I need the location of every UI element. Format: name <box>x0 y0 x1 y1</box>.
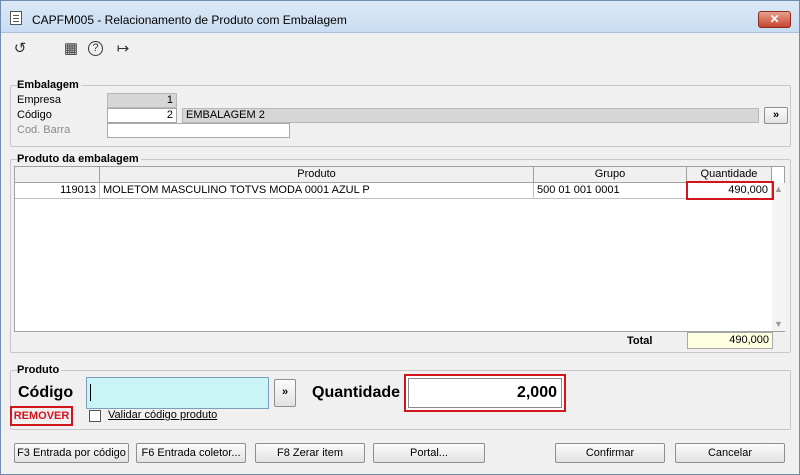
quantidade-input[interactable]: 2,000 <box>408 378 562 408</box>
embalagem-lookup-button[interactable]: » <box>764 107 788 124</box>
total-label: Total <box>627 335 653 347</box>
f3-entrada-codigo-button[interactable]: F3 Entrada por código <box>14 443 129 463</box>
f8-zerar-item-button[interactable]: F8 Zerar item <box>255 443 365 463</box>
app-document-icon <box>10 11 22 25</box>
scroll-down-icon[interactable]: ▼ <box>772 318 785 331</box>
quantidade-highlight-frame: 2,000 <box>404 374 566 412</box>
cancelar-button[interactable]: Cancelar <box>675 443 785 463</box>
table-header-codigo[interactable] <box>15 167 100 183</box>
codigo-produto-label: Código <box>18 384 74 401</box>
produto-lookup-button[interactable]: » <box>274 379 296 407</box>
codbarra-label: Cod. Barra <box>17 124 71 136</box>
calendar-icon[interactable]: ▦ <box>62 40 80 58</box>
embalagem-descricao-field: EMBALAGEM 2 <box>182 108 759 123</box>
validar-codigo-label[interactable]: Validar código produto <box>108 409 217 421</box>
main-window: CAPFM005 - Relacionamento de Produto com… <box>0 0 800 475</box>
table-header-produto[interactable]: Produto <box>100 167 534 183</box>
refresh-icon[interactable]: ↺ <box>11 40 29 58</box>
f6-entrada-coletor-button[interactable]: F6 Entrada coletor... <box>136 443 246 463</box>
close-button[interactable]: ✕ <box>758 11 791 28</box>
codigo-embalagem-label: Código <box>17 109 52 121</box>
title-bar[interactable]: CAPFM005 - Relacionamento de Produto com… <box>1 1 799 33</box>
produto-embalagem-group-title: Produto da embalagem <box>17 153 141 165</box>
toolbar: ↺ ▦ ? ↦ <box>1 34 799 64</box>
codigo-produto-input[interactable] <box>86 377 269 409</box>
codigo-embalagem-field[interactable]: 2 <box>107 108 177 123</box>
cell-produto[interactable]: MOLETOM MASCULINO TOTVS MODA 0001 AZUL P <box>100 183 534 199</box>
window-title: CAPFM005 - Relacionamento de Produto com… <box>32 13 347 27</box>
total-field: 490,000 <box>687 332 773 349</box>
produtos-table[interactable]: Produto Grupo Quantidade 119013 MOLETOM … <box>14 166 785 332</box>
table-header-grupo[interactable]: Grupo <box>534 167 687 183</box>
portal-button[interactable]: Portal... <box>373 443 485 463</box>
text-caret <box>90 384 91 401</box>
cell-grupo[interactable]: 500 01 001 0001 <box>534 183 687 199</box>
quantidade-highlight-frame <box>686 181 774 200</box>
embalagem-group-title: Embalagem <box>17 79 81 91</box>
exit-icon[interactable]: ↦ <box>114 40 132 58</box>
table-scrollbar[interactable]: ▲ ▼ <box>772 183 785 331</box>
quantidade-label: Quantidade <box>312 384 401 401</box>
remover-button[interactable]: REMOVER <box>10 406 73 426</box>
cell-codigo[interactable]: 119013 <box>15 183 100 199</box>
confirmar-button[interactable]: Confirmar <box>555 443 665 463</box>
empresa-field: 1 <box>107 93 177 108</box>
produto-group-title: Produto <box>17 364 62 376</box>
codbarra-field[interactable] <box>107 123 290 138</box>
validar-codigo-text: Validar código produto <box>108 409 218 421</box>
help-icon[interactable]: ? <box>88 41 103 56</box>
validar-codigo-checkbox[interactable] <box>89 410 101 422</box>
empresa-label: Empresa <box>17 94 62 106</box>
